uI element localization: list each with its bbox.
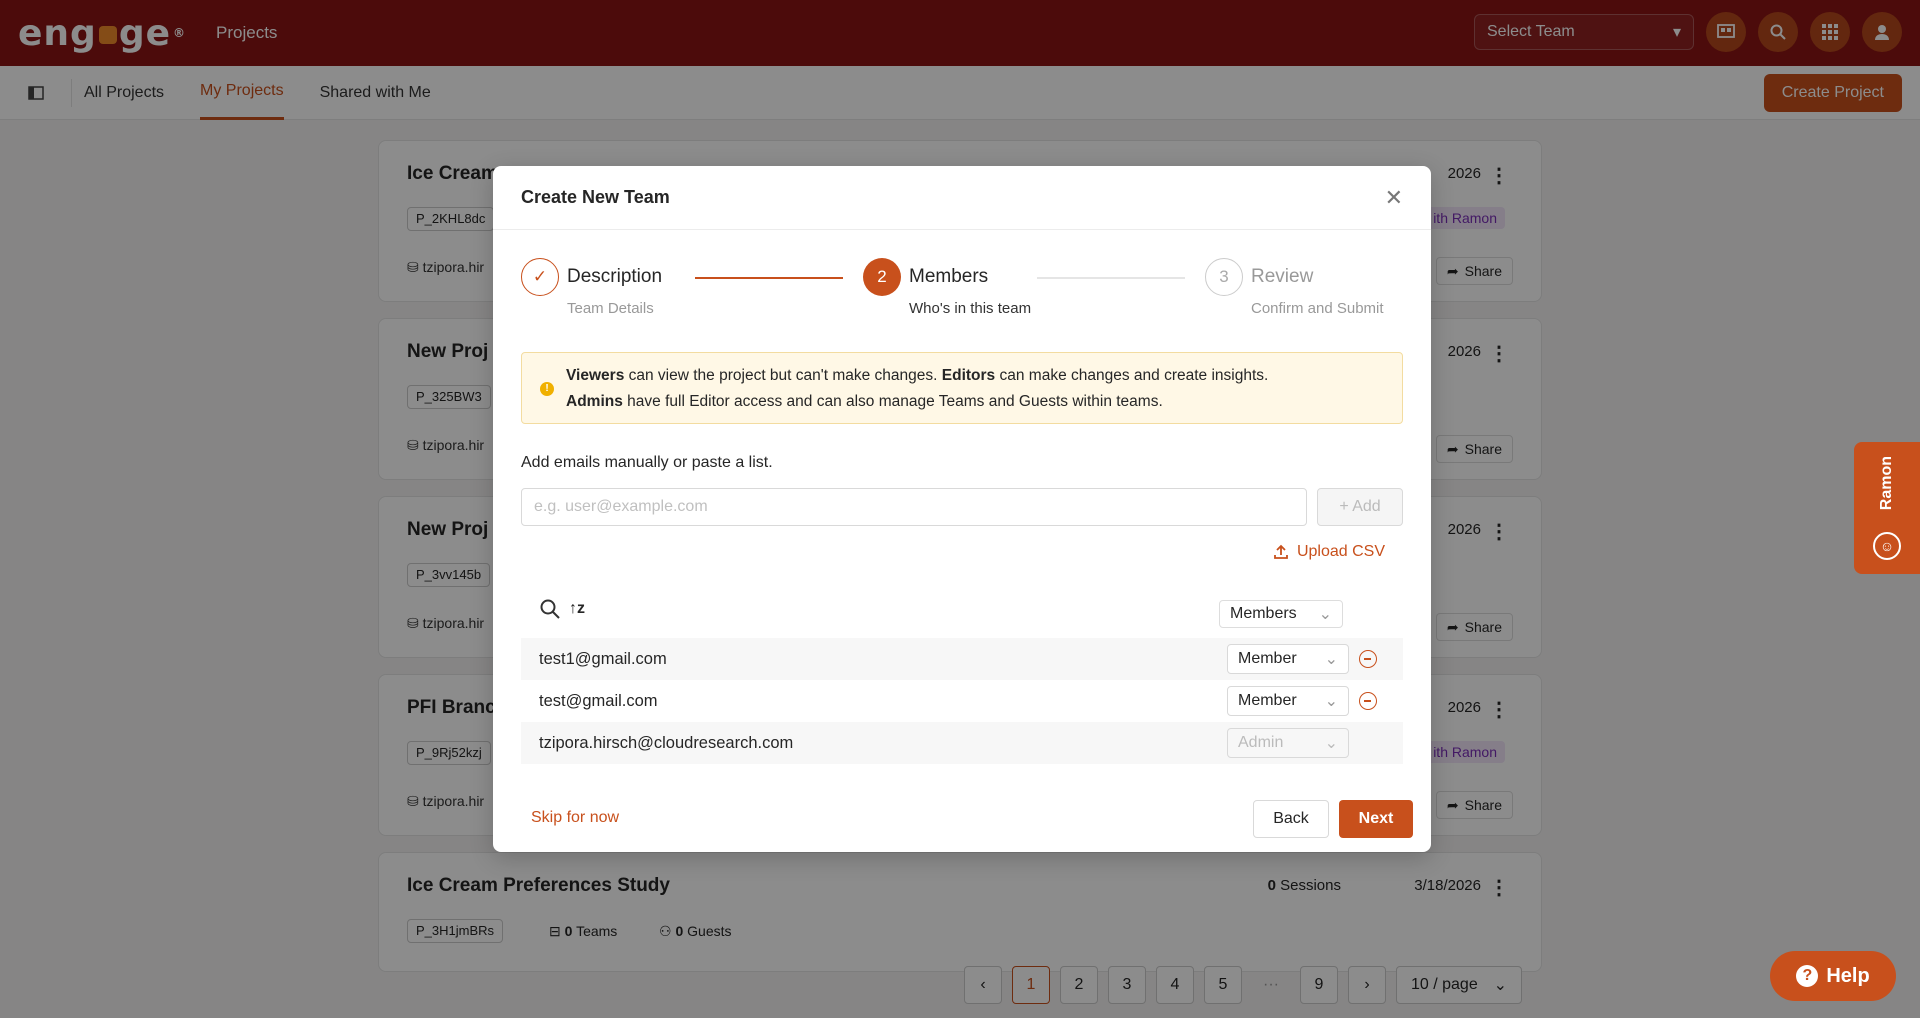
step-sub: Confirm and Submit (1251, 300, 1384, 317)
step-label: Description (567, 266, 663, 287)
search-icon[interactable] (539, 598, 561, 620)
step-number: 3 (1205, 258, 1243, 296)
member-email: test1@gmail.com (539, 649, 667, 668)
stepper: ✓ Description Team Details 2 Members Who… (521, 258, 1403, 318)
upload-icon (1274, 544, 1288, 559)
member-email: test@gmail.com (539, 691, 658, 710)
modal-footer: Skip for now Back Next (493, 784, 1431, 852)
question-icon: ? (1796, 965, 1819, 987)
member-email: tzipora.hirsch@cloudresearch.com (539, 733, 794, 752)
close-icon[interactable]: ✕ (1385, 185, 1403, 211)
chevron-down-icon: ⌄ (1318, 606, 1332, 623)
upload-csv-button[interactable]: Upload CSV (1273, 543, 1385, 561)
check-icon: ✓ (521, 258, 559, 296)
side-tab-label: Ramon (1878, 456, 1895, 511)
assistant-icon: ☺ (1873, 532, 1901, 560)
chevron-down-icon: ⌄ (1324, 735, 1338, 752)
member-row: test@gmail.com Member ⌄ (521, 680, 1403, 722)
step-description[interactable]: ✓ Description Team Details (521, 258, 662, 317)
role-select[interactable]: Member ⌄ (1227, 644, 1349, 674)
list-tools: ↑z (539, 598, 585, 620)
chevron-down-icon: ⌄ (1324, 693, 1338, 710)
step-number: 2 (863, 258, 901, 296)
chevron-down-icon: ⌄ (1324, 651, 1338, 668)
skip-link[interactable]: Skip for now (531, 809, 619, 827)
next-button[interactable]: Next (1339, 800, 1413, 838)
members-filter-select[interactable]: Members ⌄ (1219, 600, 1343, 628)
modal-title: Create New Team (521, 187, 670, 207)
remove-member-icon[interactable] (1359, 650, 1377, 668)
sort-az-icon[interactable]: ↑z (569, 600, 585, 618)
step-connector (695, 277, 843, 279)
member-row: test1@gmail.com Member ⌄ (521, 638, 1403, 680)
create-team-modal: Create New Team ✕ ✓ Description Team Det… (493, 166, 1431, 852)
step-sub: Who's in this team (909, 300, 1032, 317)
help-label: Help (1826, 964, 1870, 987)
remove-member-icon[interactable] (1359, 692, 1377, 710)
help-button[interactable]: ? Help (1770, 951, 1896, 1001)
add-email-button[interactable]: + Add (1317, 488, 1403, 526)
modal-header: Create New Team ✕ (493, 166, 1431, 230)
role-select: Admin ⌄ (1227, 728, 1349, 758)
back-button[interactable]: Back (1253, 800, 1329, 838)
info-icon: ! (540, 382, 554, 396)
roles-info-alert: ! Viewers can view the project but can't… (521, 352, 1403, 424)
step-label: Members (909, 266, 989, 287)
add-emails-label: Add emails manually or paste a list. (521, 454, 773, 471)
email-input[interactable] (521, 488, 1307, 526)
member-row: tzipora.hirsch@cloudresearch.com Admin ⌄ (521, 722, 1403, 764)
step-sub: Team Details (567, 300, 654, 317)
step-members[interactable]: 2 Members Who's in this team (863, 258, 1031, 317)
step-connector (1037, 277, 1185, 279)
role-select[interactable]: Member ⌄ (1227, 686, 1349, 716)
step-label: Review (1251, 266, 1314, 287)
step-review[interactable]: 3 Review Confirm and Submit (1205, 258, 1384, 317)
ramon-side-tab[interactable]: Ramon ☺ (1854, 442, 1920, 574)
